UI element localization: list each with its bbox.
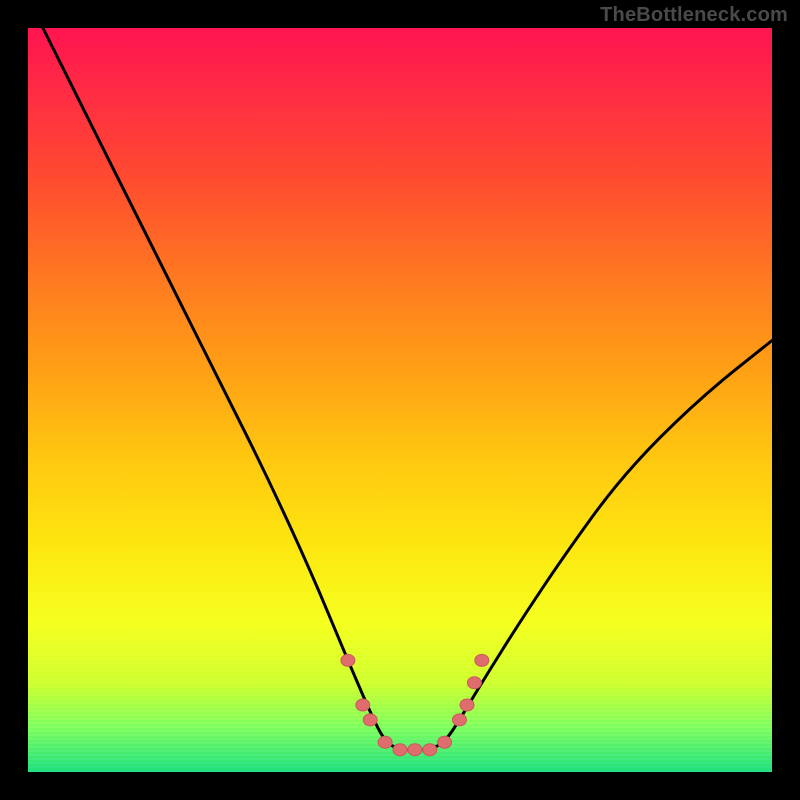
bottleneck-curve-path [43, 28, 772, 750]
curve-marker [356, 699, 370, 711]
plot-area [28, 28, 772, 772]
curve-marker [393, 744, 407, 756]
curve-marker [475, 654, 489, 666]
curve-marker [460, 699, 474, 711]
curve-marker [408, 744, 422, 756]
curve-marker [423, 744, 437, 756]
curve-marker [438, 736, 452, 748]
bottleneck-curve-svg [28, 28, 772, 772]
curve-markers [341, 654, 489, 755]
curve-marker [467, 677, 481, 689]
curve-marker [341, 654, 355, 666]
curve-marker [453, 714, 467, 726]
curve-marker [378, 736, 392, 748]
chart-frame: TheBottleneck.com [0, 0, 800, 800]
curve-marker [363, 714, 377, 726]
watermark-text: TheBottleneck.com [600, 4, 788, 27]
